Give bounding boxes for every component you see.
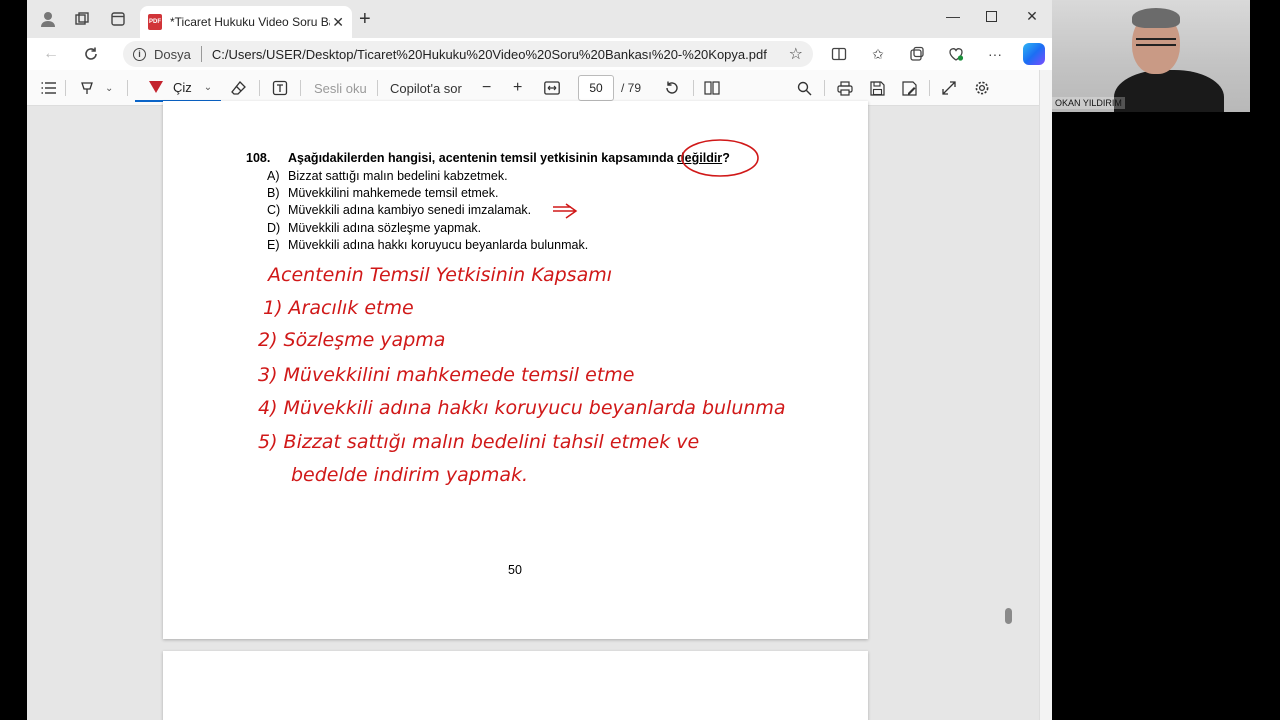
save-icon[interactable] — [870, 79, 885, 97]
toolbar-divider — [259, 80, 260, 96]
presenter-name-label: OKAN YILDIRIM — [1052, 97, 1125, 109]
toolbar-divider — [377, 80, 378, 96]
profile-icon[interactable] — [39, 10, 57, 28]
browser-window: PDF *Ticaret Hukuku Video Soru Bank ✕ + … — [27, 0, 1052, 720]
browser-essentials-icon[interactable] — [947, 45, 965, 63]
url-divider — [200, 46, 202, 62]
collections-icon[interactable] — [908, 45, 926, 63]
pdf-page: 108. Aşağıdakilerden hangisi, acentenin … — [163, 101, 868, 639]
favorite-star-icon[interactable]: ☆ — [789, 44, 803, 64]
fullscreen-icon[interactable] — [942, 79, 956, 97]
presenter-torso — [1114, 70, 1224, 112]
close-window-icon[interactable]: ✕ — [1022, 6, 1042, 26]
toolbar-divider — [300, 80, 301, 96]
pdf-file-icon: PDF — [148, 14, 162, 30]
scrollbar-thumb[interactable] — [1005, 608, 1012, 624]
split-screen-icon[interactable] — [830, 45, 848, 63]
add-text-icon[interactable] — [272, 79, 288, 97]
webcam-feed: OKAN YILDIRIM — [1052, 0, 1250, 112]
page-footer-number: 50 — [508, 563, 522, 577]
new-tab-icon[interactable]: + — [359, 9, 371, 29]
ink-circle-annotation — [681, 139, 759, 177]
rotate-icon[interactable] — [664, 79, 680, 97]
toolbar-divider — [693, 80, 694, 96]
table-of-contents-icon[interactable] — [41, 79, 57, 97]
handwriting-item-4: 4) Müvekkili adına hakkı koruyucu beyanl… — [258, 397, 786, 419]
toolbar-divider — [929, 80, 930, 96]
search-icon[interactable] — [797, 79, 812, 97]
handwriting-item-3: 3) Müvekkilini mahkemede temsil etme — [258, 364, 634, 386]
tab-title: *Ticaret Hukuku Video Soru Bank — [170, 15, 330, 29]
more-options-icon[interactable]: ··· — [986, 45, 1004, 63]
page-view-icon[interactable] — [704, 79, 720, 97]
print-icon[interactable] — [837, 79, 853, 97]
tab-active-pdf[interactable]: PDF *Ticaret Hukuku Video Soru Bank ✕ — [140, 6, 352, 38]
toolbar-divider — [127, 80, 128, 96]
highlight-icon[interactable]: ⌄ — [79, 79, 113, 97]
edge-sidebar: + — [1039, 70, 1052, 720]
toolbar-divider — [65, 80, 66, 96]
read-aloud-button[interactable]: Sesli oku — [314, 79, 367, 97]
draw-button[interactable]: Çiz ⌄ — [135, 74, 221, 102]
left-black-strip — [0, 0, 27, 720]
total-pages-label: / 79 — [621, 81, 642, 95]
close-tab-icon[interactable]: ✕ — [332, 14, 344, 31]
presenter-glasses — [1136, 38, 1176, 46]
pdf-document-area[interactable]: 108. Aşağıdakilerden hangisi, acentenin … — [27, 101, 1052, 720]
url-field[interactable]: i Dosya C:/Users/USER/Desktop/Ticaret%20… — [123, 41, 813, 67]
handwriting-item-5-cont: bedelde indirim yapmak. — [291, 464, 528, 486]
tab-bar: PDF *Ticaret Hukuku Video Soru Bank ✕ + … — [27, 0, 1052, 38]
settings-gear-icon[interactable] — [974, 79, 990, 97]
handwriting-title: Acentenin Temsil Yetkisinin Kapsamı — [266, 264, 612, 286]
ink-arrow-annotation — [553, 203, 578, 219]
refresh-icon[interactable] — [81, 44, 101, 64]
copilot-icon[interactable] — [1023, 43, 1045, 65]
eraser-icon[interactable] — [231, 79, 247, 97]
minimize-icon[interactable]: — — [943, 6, 963, 26]
handwriting-item-1: 1) Aracılık etme — [263, 297, 414, 319]
handwriting-item-2: 2) Sözleşme yapma — [258, 329, 445, 351]
zoom-out-icon[interactable]: − — [482, 79, 491, 97]
pdf-next-page — [163, 651, 868, 720]
zoom-in-icon[interactable]: + — [513, 79, 522, 97]
page-number-input[interactable]: 50 — [578, 75, 614, 101]
back-icon[interactable]: ← — [41, 44, 61, 64]
draw-chevron-down-icon[interactable]: ⌄ — [204, 82, 212, 93]
handwritten-annotations: Acentenin Temsil Yetkisinin Kapsamı 1) A… — [258, 139, 786, 486]
draw-pen-icon — [149, 81, 163, 93]
info-icon[interactable]: i — [133, 47, 146, 61]
maximize-icon[interactable] — [981, 6, 1001, 26]
favorites-icon[interactable]: ✩ — [869, 45, 887, 63]
ask-copilot-button[interactable]: Copilot'a sor — [390, 79, 462, 97]
url-scheme-label: Dosya — [154, 46, 191, 62]
workspaces-icon[interactable] — [73, 10, 91, 28]
toolbar-divider — [824, 80, 825, 96]
tab-actions-icon[interactable] — [109, 10, 127, 28]
handwriting-item-5: 5) Bizzat sattığı malın bedelini tahsil … — [258, 431, 699, 453]
presenter-hair — [1132, 8, 1180, 28]
save-as-icon[interactable] — [902, 79, 917, 97]
address-bar: ← i Dosya C:/Users/USER/Desktop/Ticaret%… — [27, 38, 1052, 70]
fit-width-icon[interactable] — [544, 79, 560, 97]
draw-label: Çiz — [173, 79, 192, 95]
highlight-chevron-down-icon[interactable]: ⌄ — [105, 83, 113, 94]
url-text: C:/Users/USER/Desktop/Ticaret%20Hukuku%2… — [211, 46, 767, 62]
